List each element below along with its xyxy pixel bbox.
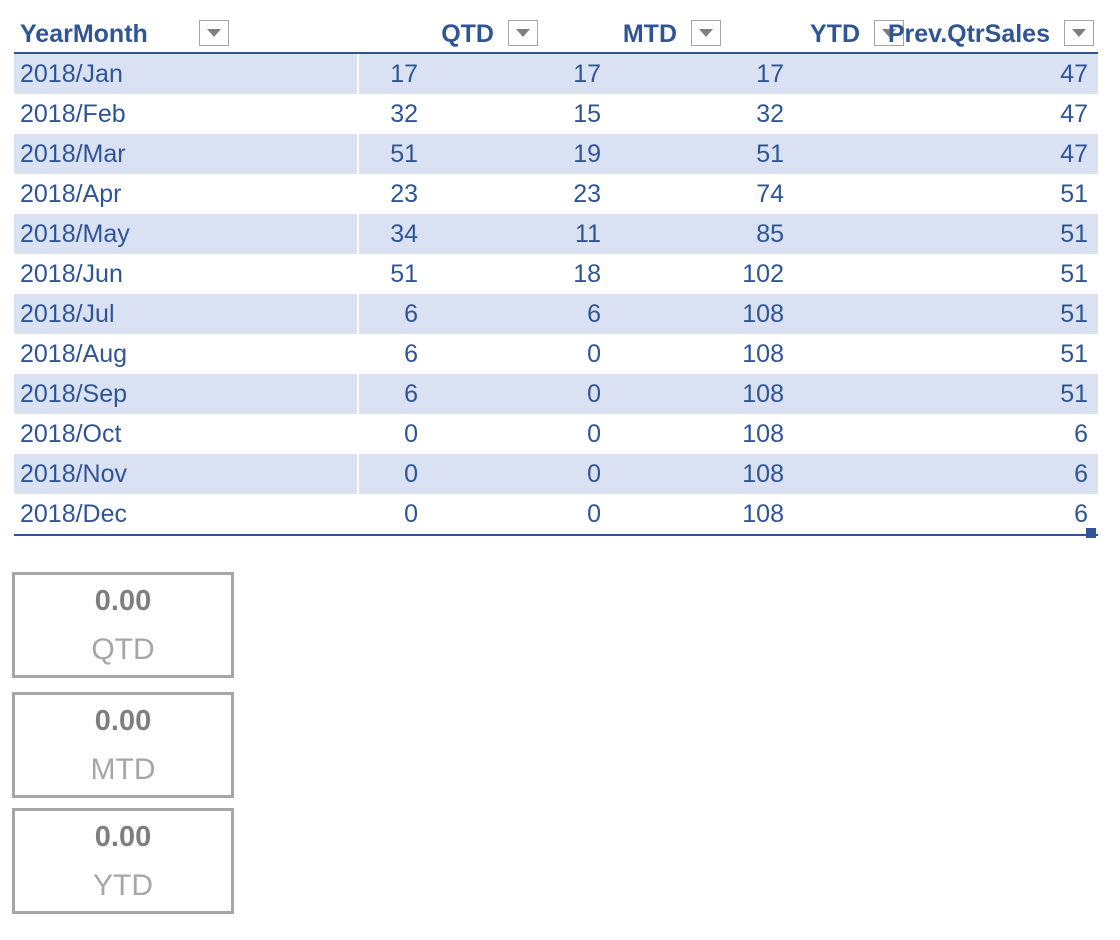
- table-row: 2018/Oct 0 0 108 6: [14, 414, 1098, 454]
- cell-ytd[interactable]: 108: [725, 294, 908, 334]
- cell-prev-qtr-sales[interactable]: 51: [908, 374, 1098, 414]
- cell-prev-qtr-sales[interactable]: 51: [908, 294, 1098, 334]
- cell-yearmonth[interactable]: 2018/Feb: [14, 94, 359, 134]
- cell-mtd[interactable]: 11: [542, 214, 725, 254]
- cell-prev-qtr-sales[interactable]: 51: [908, 214, 1098, 254]
- cell-mtd[interactable]: 0: [542, 414, 725, 454]
- kpi-card-ytd[interactable]: 0.00 YTD: [12, 808, 234, 914]
- filter-dropdown-icon[interactable]: [1064, 20, 1094, 46]
- cell-prev-qtr-sales[interactable]: 47: [908, 134, 1098, 174]
- cell-mtd[interactable]: 0: [542, 454, 725, 494]
- cell-ytd[interactable]: 74: [725, 174, 908, 214]
- cell-qtd[interactable]: 32: [359, 94, 542, 134]
- cell-qtd[interactable]: 6: [359, 294, 542, 334]
- cell-yearmonth[interactable]: 2018/Aug: [14, 334, 359, 374]
- cell-qtd[interactable]: 0: [359, 454, 542, 494]
- column-header-label: QTD: [441, 20, 494, 48]
- cell-yearmonth[interactable]: 2018/Oct: [14, 414, 359, 454]
- table-row: 2018/May 34 11 85 51: [14, 214, 1098, 254]
- cell-mtd[interactable]: 0: [542, 334, 725, 374]
- table-row: 2018/Jan 17 17 17 47: [14, 54, 1098, 94]
- table-row: 2018/Mar 51 19 51 47: [14, 134, 1098, 174]
- cell-prev-qtr-sales[interactable]: 6: [908, 414, 1098, 454]
- table-row: 2018/Nov 0 0 108 6: [14, 454, 1098, 494]
- cell-prev-qtr-sales[interactable]: 6: [908, 494, 1098, 534]
- filter-dropdown-icon[interactable]: [199, 20, 229, 46]
- cell-yearmonth[interactable]: 2018/Jan: [14, 54, 359, 94]
- cell-ytd[interactable]: 102: [725, 254, 908, 294]
- table-row: 2018/Apr 23 23 74 51: [14, 174, 1098, 214]
- cell-ytd[interactable]: 108: [725, 374, 908, 414]
- column-header-ytd: YTD: [725, 14, 908, 54]
- cell-prev-qtr-sales[interactable]: 6: [908, 454, 1098, 494]
- cell-ytd[interactable]: 17: [725, 54, 908, 94]
- cell-mtd[interactable]: 19: [542, 134, 725, 174]
- column-header-qtd: QTD: [359, 14, 542, 54]
- cell-mtd[interactable]: 6: [542, 294, 725, 334]
- cell-qtd[interactable]: 23: [359, 174, 542, 214]
- cell-yearmonth[interactable]: 2018/Jul: [14, 294, 359, 334]
- cell-qtd[interactable]: 0: [359, 414, 542, 454]
- cell-mtd[interactable]: 0: [542, 494, 725, 534]
- pivot-table: YearMonth QTD MTD YTD Prev.QtrSales 2018…: [14, 14, 1098, 538]
- table-row: 2018/Jul 6 6 108 51: [14, 294, 1098, 334]
- cell-ytd[interactable]: 108: [725, 334, 908, 374]
- filter-dropdown-icon[interactable]: [508, 20, 538, 46]
- table-row: 2018/Feb 32 15 32 47: [14, 94, 1098, 134]
- filter-dropdown-icon[interactable]: [691, 20, 721, 46]
- cell-qtd[interactable]: 6: [359, 334, 542, 374]
- cell-qtd[interactable]: 34: [359, 214, 542, 254]
- table-row: 2018/Sep 6 0 108 51: [14, 374, 1098, 414]
- cell-qtd[interactable]: 6: [359, 374, 542, 414]
- column-header-label: YTD: [810, 20, 860, 48]
- cell-mtd[interactable]: 23: [542, 174, 725, 214]
- cell-mtd[interactable]: 15: [542, 94, 725, 134]
- cell-prev-qtr-sales[interactable]: 51: [908, 174, 1098, 214]
- cell-qtd[interactable]: 17: [359, 54, 542, 94]
- kpi-card-label: QTD: [91, 633, 155, 666]
- cell-yearmonth[interactable]: 2018/Mar: [14, 134, 359, 174]
- column-header-yearmonth: YearMonth: [14, 14, 359, 54]
- cell-ytd[interactable]: 32: [725, 94, 908, 134]
- kpi-card-label: YTD: [93, 869, 153, 902]
- kpi-card-qtd[interactable]: 0.00 QTD: [12, 572, 234, 678]
- cell-yearmonth[interactable]: 2018/Jun: [14, 254, 359, 294]
- cell-prev-qtr-sales[interactable]: 51: [908, 334, 1098, 374]
- cell-yearmonth[interactable]: 2018/May: [14, 214, 359, 254]
- cell-yearmonth[interactable]: 2018/Apr: [14, 174, 359, 214]
- cell-ytd[interactable]: 108: [725, 454, 908, 494]
- cell-mtd[interactable]: 0: [542, 374, 725, 414]
- cell-yearmonth[interactable]: 2018/Nov: [14, 454, 359, 494]
- cell-qtd[interactable]: 51: [359, 134, 542, 174]
- table-row: 2018/Jun 51 18 102 51: [14, 254, 1098, 294]
- cell-yearmonth[interactable]: 2018/Dec: [14, 494, 359, 534]
- column-header-label: Prev.QtrSales: [887, 20, 1050, 48]
- kpi-card-mtd[interactable]: 0.00 MTD: [12, 692, 234, 798]
- column-header-label: YearMonth: [20, 20, 148, 48]
- table-row: 2018/Aug 6 0 108 51: [14, 334, 1098, 374]
- cell-yearmonth[interactable]: 2018/Sep: [14, 374, 359, 414]
- cell-prev-qtr-sales[interactable]: 47: [908, 54, 1098, 94]
- table-row: 2018/Dec 0 0 108 6: [14, 494, 1098, 538]
- kpi-card-value: 0.00: [94, 585, 152, 617]
- cell-prev-qtr-sales[interactable]: 51: [908, 254, 1098, 294]
- kpi-card-label: MTD: [90, 753, 156, 786]
- cell-ytd[interactable]: 108: [725, 494, 908, 534]
- kpi-card-value: 0.00: [94, 705, 152, 737]
- column-header-mtd: MTD: [542, 14, 725, 54]
- cell-prev-qtr-sales[interactable]: 47: [908, 94, 1098, 134]
- cell-qtd[interactable]: 0: [359, 494, 542, 534]
- kpi-card-value: 0.00: [94, 821, 152, 853]
- table-header-row: YearMonth QTD MTD YTD Prev.QtrSales: [14, 14, 1098, 54]
- cell-ytd[interactable]: 51: [725, 134, 908, 174]
- cell-ytd[interactable]: 85: [725, 214, 908, 254]
- cell-mtd[interactable]: 18: [542, 254, 725, 294]
- table-resize-handle[interactable]: [1086, 528, 1096, 538]
- column-header-label: MTD: [622, 20, 677, 48]
- column-header-prev-qtr-sales: Prev.QtrSales: [888, 14, 1098, 54]
- cell-qtd[interactable]: 51: [359, 254, 542, 294]
- cell-ytd[interactable]: 108: [725, 414, 908, 454]
- cell-mtd[interactable]: 17: [542, 54, 725, 94]
